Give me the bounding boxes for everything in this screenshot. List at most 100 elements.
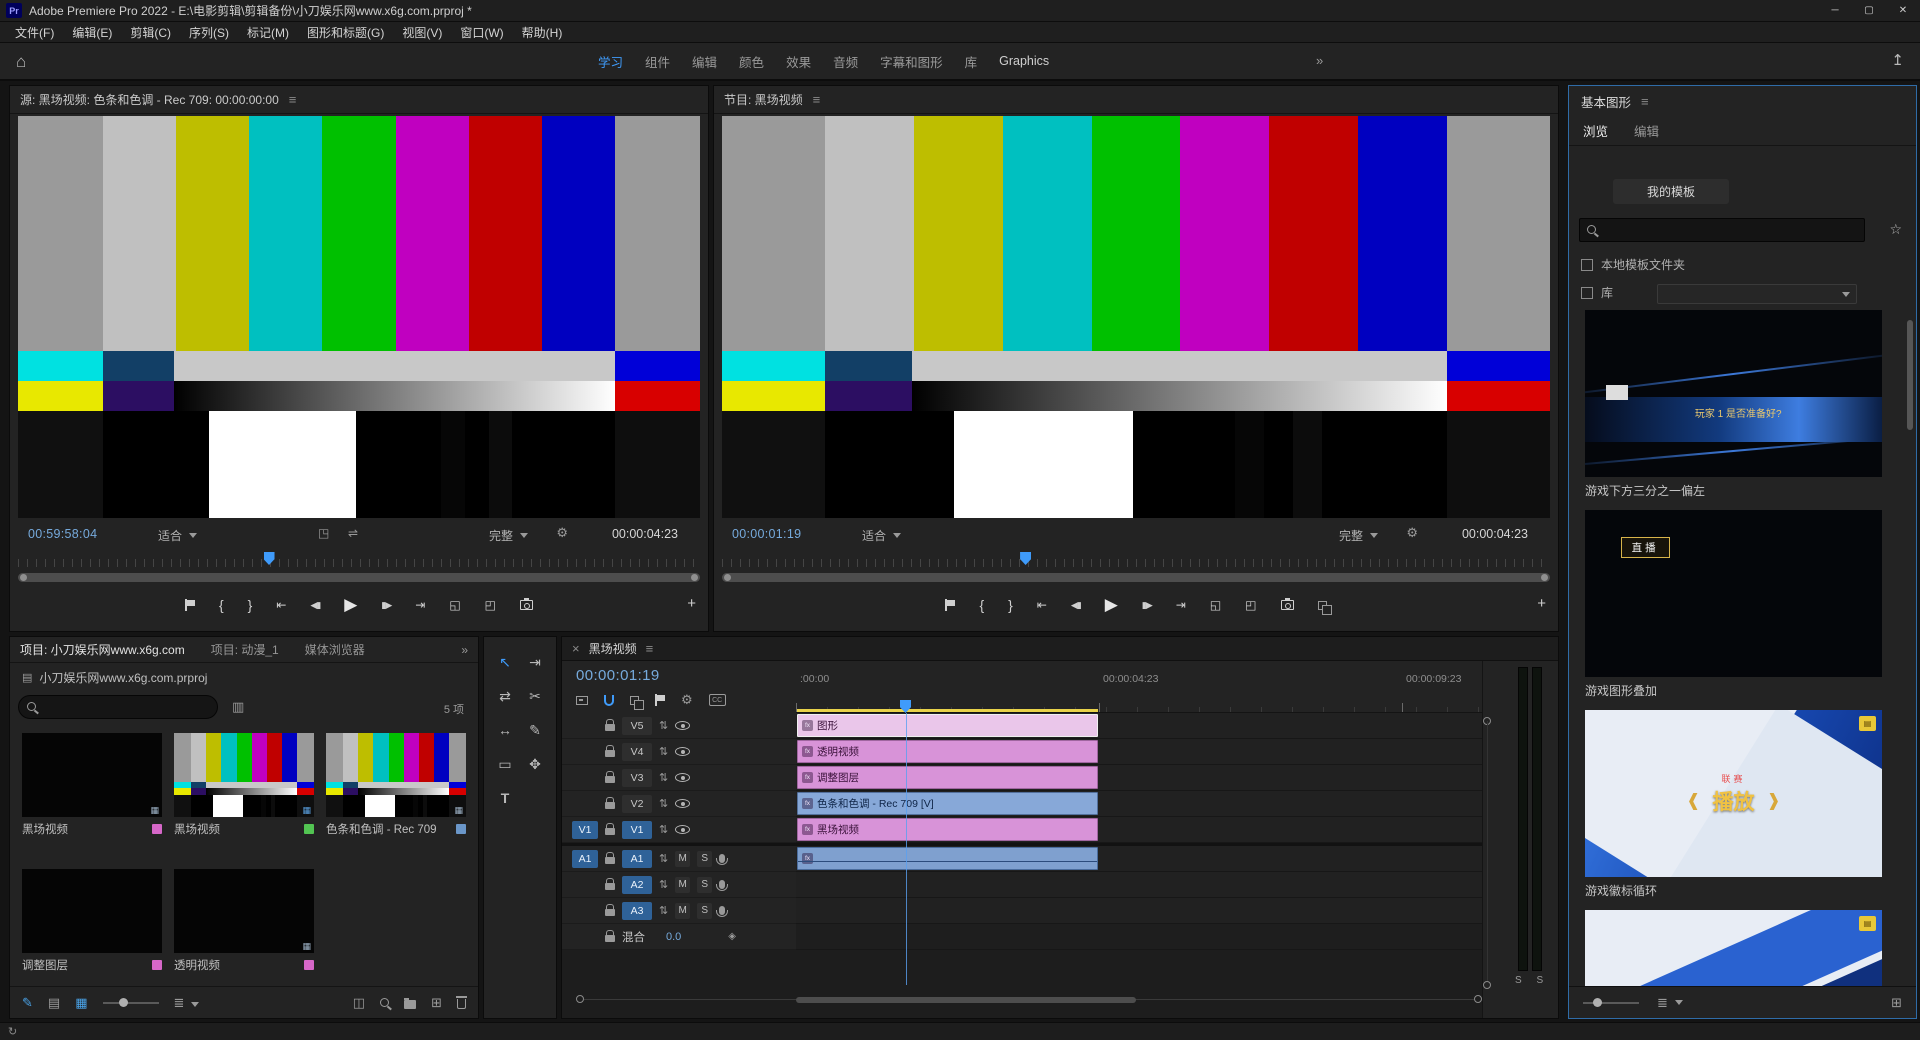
track-lock-icon[interactable]: [605, 750, 615, 757]
minimize-button[interactable]: ─: [1818, 0, 1852, 22]
type-tool[interactable]: T: [492, 785, 518, 811]
mute-track-button[interactable]: M: [675, 851, 690, 867]
sync-lock-icon[interactable]: ⇅: [659, 878, 668, 891]
toggle-track-output-icon[interactable]: [675, 747, 690, 756]
toggle-track-output-icon[interactable]: [675, 825, 690, 834]
template-name[interactable]: 游戏下方三分之一偏左: [1585, 482, 1882, 499]
insert-as-nest-icon[interactable]: [576, 696, 588, 705]
sync-status-icon[interactable]: ↻: [8, 1025, 17, 1038]
template-thumbnail[interactable]: 联赛 ❰播放❱ ▤: [1585, 710, 1882, 877]
keyframe-icon[interactable]: ◈: [728, 931, 736, 942]
template-zoom-slider[interactable]: [1583, 1002, 1639, 1004]
insert-button[interactable]: ◱: [449, 598, 460, 612]
razor-tool[interactable]: ✂: [522, 683, 548, 709]
maximize-button[interactable]: ▢: [1852, 0, 1886, 22]
filter-bin-icon[interactable]: ▥: [232, 699, 244, 715]
program-video-viewer[interactable]: [722, 116, 1550, 518]
source-patch-video[interactable]: V1: [572, 821, 598, 839]
add-marker-button[interactable]: [185, 599, 195, 611]
source-settings-icon[interactable]: ◳: [318, 526, 329, 540]
workspace-tab-learning[interactable]: 学习: [598, 52, 623, 71]
icon-view-button[interactable]: ▦: [75, 995, 87, 1011]
step-forward-button[interactable]: ▮▶: [381, 600, 391, 611]
master-track-lane[interactable]: [796, 924, 1482, 950]
track-select-tool[interactable]: ⇥: [522, 649, 548, 675]
sync-lock-icon[interactable]: ⇅: [659, 745, 668, 758]
menu-window[interactable]: 窗口(W): [451, 24, 512, 41]
mark-in-button[interactable]: {: [979, 597, 984, 613]
tab-media-browser[interactable]: 媒体浏览器: [305, 641, 365, 658]
program-monitor-tab[interactable]: 节目: 黑场视频: [724, 91, 803, 108]
captions-icon[interactable]: CC: [709, 694, 726, 706]
sequence-tab[interactable]: 黑场视频: [589, 640, 637, 657]
sync-lock-icon[interactable]: ⇅: [659, 719, 668, 732]
program-timecode[interactable]: 00:00:01:19: [732, 527, 801, 541]
project-item-name[interactable]: 黑场视频: [22, 821, 68, 837]
vertical-scroll-handle[interactable]: [1483, 981, 1491, 989]
extract-button[interactable]: ◰: [1245, 598, 1256, 612]
export-frame-button[interactable]: [1281, 600, 1294, 610]
hand-tool[interactable]: ✥: [522, 751, 548, 777]
pen-tool[interactable]: ✎: [522, 717, 548, 743]
workspace-tab-audio[interactable]: 音频: [833, 52, 858, 71]
label-color-chip[interactable]: [304, 824, 314, 834]
snap-icon[interactable]: [604, 695, 614, 706]
scrollbar-handle[interactable]: [20, 574, 27, 581]
timeline-track-lane[interactable]: fx调整图层: [796, 765, 1482, 791]
zoom-handle[interactable]: [1474, 995, 1482, 1003]
rectangle-tool[interactable]: ▭: [492, 751, 518, 777]
source-timecode[interactable]: 00:59:58:04: [28, 527, 97, 541]
project-item-name[interactable]: 透明视频: [174, 957, 220, 973]
template-name[interactable]: 游戏图形叠加: [1585, 682, 1882, 699]
menu-sequence[interactable]: 序列(S): [180, 24, 238, 41]
menu-markers[interactable]: 标记(M): [238, 24, 298, 41]
selection-tool[interactable]: ↖: [492, 649, 518, 675]
slip-tool[interactable]: ↔: [492, 717, 518, 743]
menu-view[interactable]: 视图(V): [393, 24, 451, 41]
timeline-track-lane[interactable]: fx透明视频: [796, 739, 1482, 765]
sync-lock-icon[interactable]: ⇅: [659, 771, 668, 784]
workspace-tab-editing[interactable]: 编辑: [692, 52, 717, 71]
timeline-clip[interactable]: fx图形: [797, 714, 1098, 737]
voiceover-record-icon[interactable]: [719, 906, 725, 915]
source-playback-resolution-select[interactable]: 完整: [489, 527, 528, 544]
workspace-tab-effects[interactable]: 效果: [786, 52, 811, 71]
menu-file[interactable]: 文件(F): [6, 24, 63, 41]
go-to-in-button[interactable]: ⇤: [1037, 598, 1047, 612]
add-marker-icon[interactable]: [655, 694, 665, 706]
templates-scrollbar[interactable]: [1907, 320, 1913, 430]
list-view-button[interactable]: ▤: [48, 995, 60, 1011]
panel-menu-icon[interactable]: ≡: [1641, 94, 1649, 109]
panel-menu-icon[interactable]: ≡: [289, 92, 297, 107]
timeline-track-lane[interactable]: fx图形: [796, 713, 1482, 739]
source-zoom-select[interactable]: 适合: [158, 527, 197, 544]
source-monitor-tab[interactable]: 源: 黑场视频: 色条和色调 - Rec 709: 00:00:00:00: [20, 91, 279, 108]
home-icon[interactable]: ⌂: [16, 52, 26, 72]
slider-knob[interactable]: [1593, 998, 1602, 1007]
panel-menu-icon[interactable]: ≡: [646, 641, 654, 656]
track-lock-icon[interactable]: [605, 883, 615, 890]
mark-out-button[interactable]: }: [1008, 597, 1013, 613]
button-editor-button[interactable]: +: [1537, 595, 1546, 612]
timeline-horizontal-scrollbar[interactable]: [576, 995, 1482, 1005]
timeline-settings-icon[interactable]: ⚙: [681, 692, 693, 708]
template-name[interactable]: 游戏徽标循环: [1585, 882, 1882, 899]
linked-selection-icon[interactable]: [630, 696, 639, 705]
vertical-scrollbar[interactable]: [1487, 721, 1488, 981]
source-settings-wrench-icon[interactable]: ⚙: [556, 525, 568, 541]
sync-lock-icon[interactable]: ⇅: [659, 797, 668, 810]
track-lock-icon[interactable]: [605, 802, 615, 809]
track-target-button[interactable]: A3: [622, 902, 652, 920]
timeline-track-lane[interactable]: fx色条和色调 - Rec 709 [V]: [796, 791, 1482, 817]
play-button[interactable]: ▶: [1105, 595, 1118, 615]
timeline-track-lane[interactable]: fx: [796, 846, 1482, 872]
source-video-viewer[interactable]: [18, 116, 700, 518]
mute-track-button[interactable]: M: [675, 903, 690, 919]
project-item-name[interactable]: 调整图层: [22, 957, 68, 973]
tab-project-secondary[interactable]: 项目: 动漫_1: [211, 641, 279, 658]
bin-name[interactable]: 小刀娱乐网www.x6g.com.prproj: [39, 669, 207, 686]
tab-edit[interactable]: 编辑: [1634, 121, 1659, 140]
mark-in-button[interactable]: {: [219, 597, 224, 613]
source-drag-video-icon[interactable]: ⇌: [348, 526, 358, 540]
overwrite-button[interactable]: ◰: [485, 598, 496, 612]
